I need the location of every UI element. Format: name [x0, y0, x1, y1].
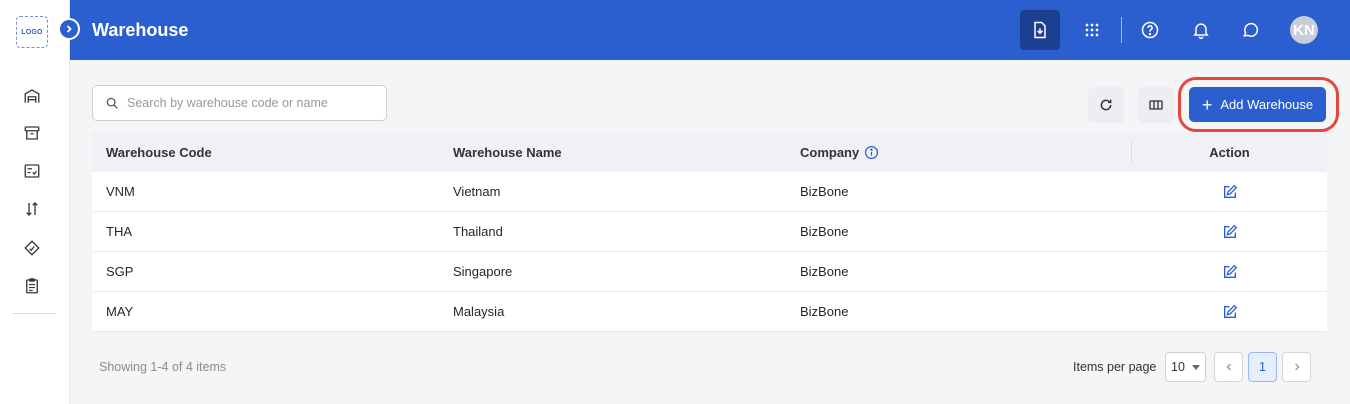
add-warehouse-label: Add Warehouse — [1220, 97, 1314, 112]
page-button-current[interactable]: 1 — [1248, 352, 1277, 382]
table-row: SGP Singapore BizBone — [92, 252, 1327, 292]
columns-icon — [1149, 100, 1163, 110]
app-logo: LOGO — [16, 16, 48, 48]
edit-button[interactable] — [1132, 184, 1327, 200]
warehouse-icon[interactable] — [22, 86, 42, 106]
items-per-page-label: Items per page — [1073, 360, 1157, 374]
col-company-label: Company — [800, 144, 860, 160]
notifications-button[interactable] — [1181, 10, 1221, 50]
chevron-right-icon — [1294, 363, 1299, 371]
next-page-button[interactable] — [1282, 352, 1311, 382]
edit-button[interactable] — [1132, 224, 1327, 240]
col-warehouse-code[interactable]: Warehouse Code — [106, 145, 212, 160]
checklist-icon[interactable] — [22, 161, 42, 181]
col-company[interactable]: Company — [800, 145, 879, 160]
top-header: Warehouse KN — [70, 0, 1350, 60]
edit-icon — [1223, 304, 1237, 318]
cell-company: BizBone — [800, 264, 849, 279]
plus-icon: + — [1201, 94, 1213, 115]
cell-code: VNM — [106, 184, 135, 199]
edit-button[interactable] — [1132, 304, 1327, 320]
page-title: Warehouse — [92, 20, 189, 40]
chevron-left-icon — [1226, 363, 1231, 371]
search-icon — [106, 97, 118, 109]
cell-name: Malaysia — [453, 304, 505, 319]
chat-button[interactable] — [1231, 10, 1271, 50]
search-input[interactable] — [127, 96, 377, 110]
table-row: THA Thailand BizBone — [92, 212, 1327, 252]
info-icon[interactable] — [864, 145, 879, 160]
edit-button[interactable] — [1132, 264, 1327, 280]
edit-icon — [1223, 184, 1237, 198]
search-box[interactable] — [92, 85, 387, 121]
archive-icon[interactable] — [22, 123, 42, 143]
file-download-icon — [1034, 21, 1046, 39]
cell-code: THA — [106, 224, 132, 239]
table-row: VNM Vietnam BizBone — [92, 172, 1327, 212]
cell-code: MAY — [106, 304, 134, 319]
items-per-page-select[interactable]: 10 — [1165, 352, 1206, 382]
columns-button[interactable] — [1138, 87, 1174, 123]
chat-icon — [1243, 22, 1259, 37]
items-per-page-value: 10 — [1171, 360, 1185, 374]
prev-page-button[interactable] — [1214, 352, 1243, 382]
sidebar-expand-button[interactable] — [58, 18, 80, 40]
cell-company: BizBone — [800, 304, 849, 319]
header-separator — [1121, 17, 1122, 43]
bell-icon — [1193, 23, 1209, 40]
help-button[interactable] — [1130, 10, 1170, 50]
user-avatar[interactable]: KN — [1290, 16, 1318, 44]
chevron-right-icon — [66, 25, 72, 33]
edit-icon — [1223, 264, 1237, 278]
cell-name: Thailand — [453, 224, 503, 239]
table-row: MAY Malaysia BizBone — [92, 292, 1327, 332]
cell-code: SGP — [106, 264, 134, 279]
refresh-icon — [1100, 99, 1112, 111]
sort-icon[interactable] — [22, 199, 42, 219]
cell-name: Vietnam — [453, 184, 501, 199]
cell-company: BizBone — [800, 224, 849, 239]
cell-name: Singapore — [453, 264, 513, 279]
edit-icon — [1223, 224, 1237, 238]
clipboard-icon[interactable] — [22, 276, 42, 296]
sidebar: LOGO — [0, 0, 70, 404]
apps-button[interactable] — [1072, 10, 1112, 50]
tag-icon[interactable] — [22, 238, 42, 258]
pagination-summary: Showing 1-4 of 4 items — [99, 360, 227, 374]
refresh-button[interactable] — [1088, 87, 1124, 123]
help-icon — [1141, 21, 1159, 39]
cell-company: BizBone — [800, 184, 849, 199]
warehouse-table: Warehouse Code Warehouse Name Company Ac… — [92, 132, 1327, 332]
grid-icon — [1085, 23, 1099, 37]
add-warehouse-button[interactable]: + Add Warehouse — [1189, 87, 1326, 122]
col-warehouse-name[interactable]: Warehouse Name — [453, 145, 562, 160]
download-button[interactable] — [1020, 10, 1060, 50]
table-header: Warehouse Code Warehouse Name Company Ac… — [92, 132, 1327, 172]
sidebar-divider — [12, 313, 56, 314]
col-action: Action — [1209, 144, 1250, 160]
caret-down-icon — [1192, 365, 1200, 370]
